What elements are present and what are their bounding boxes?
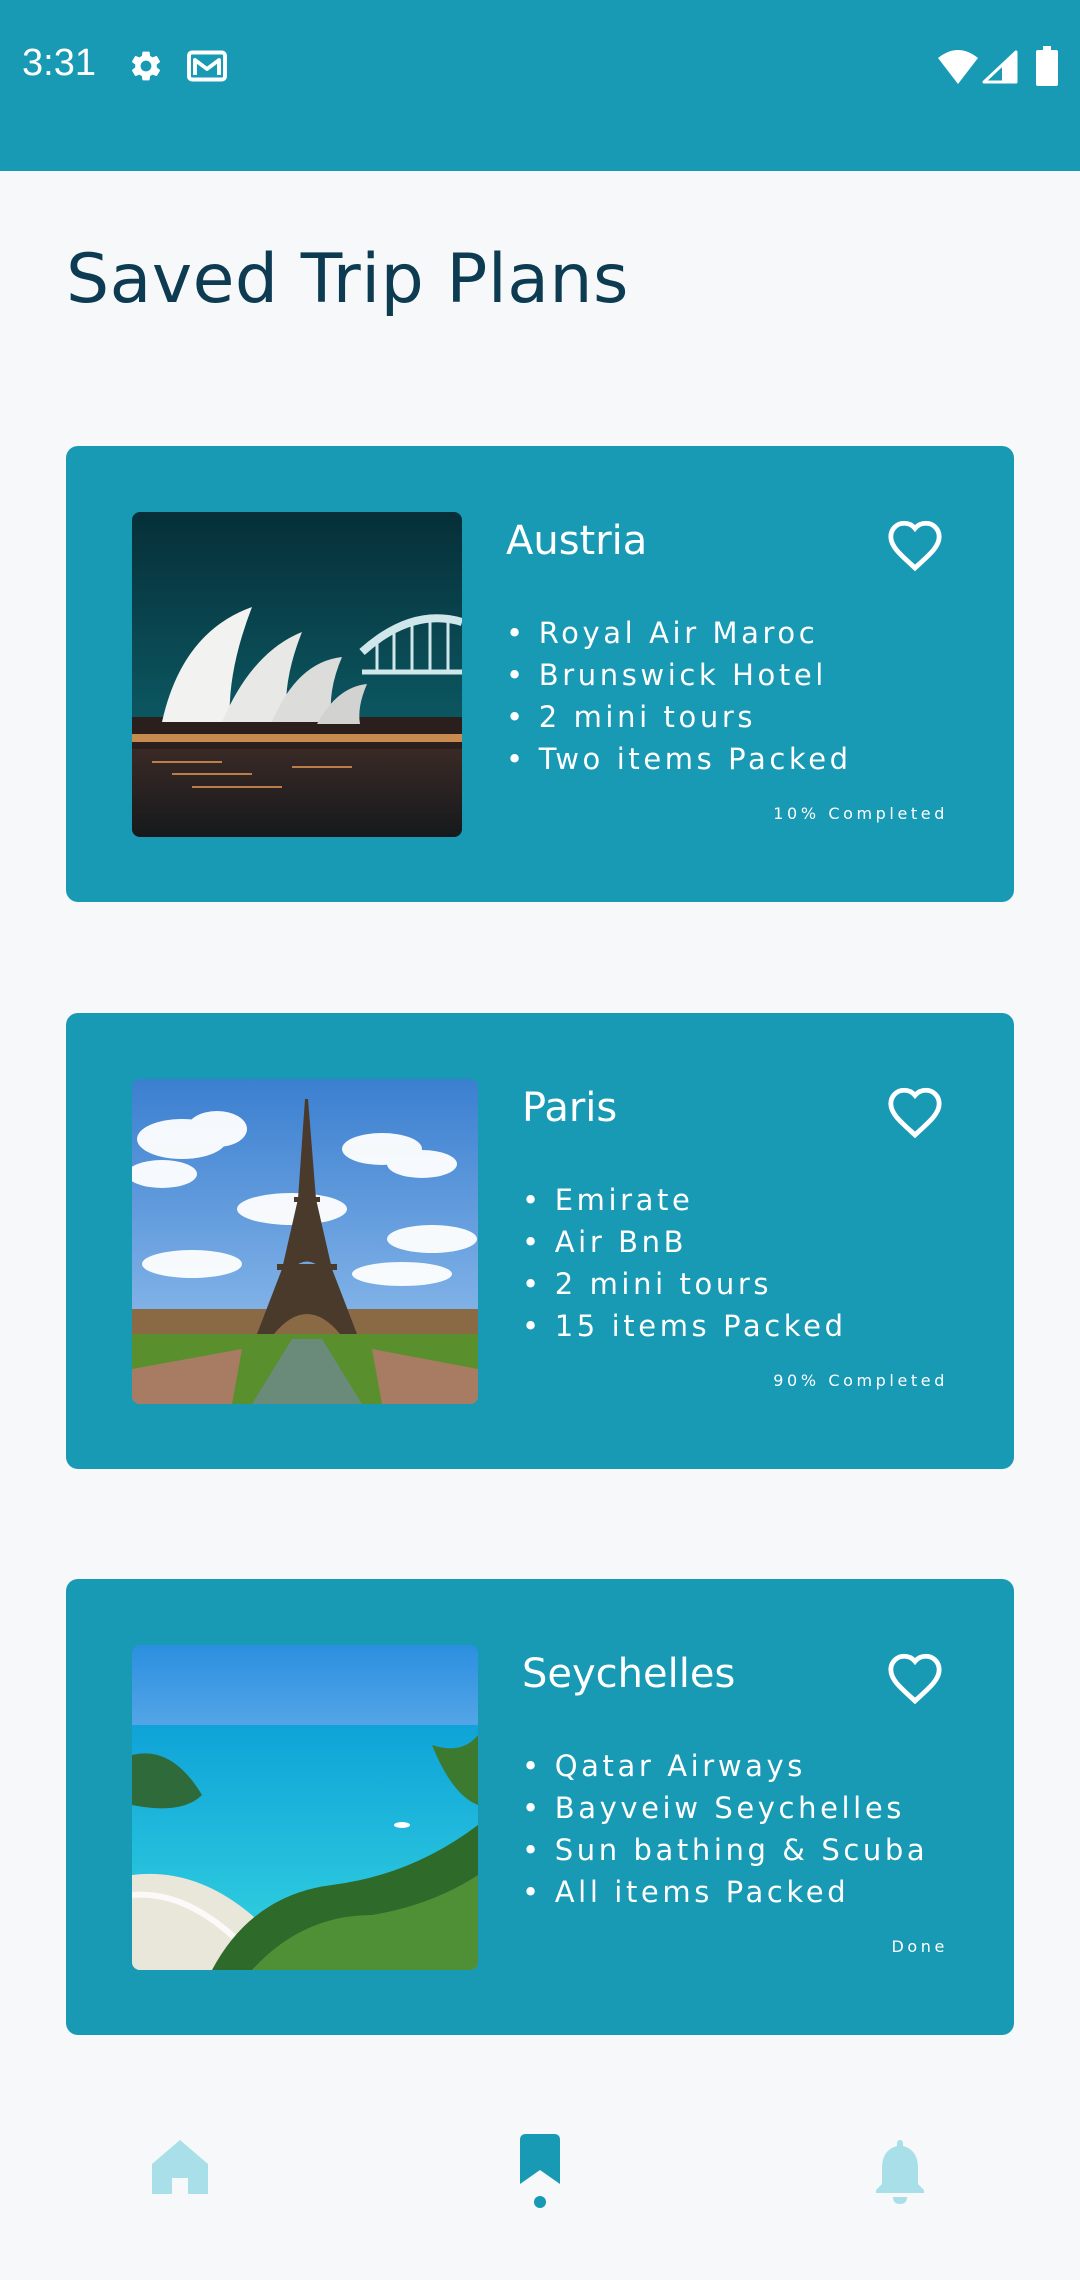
trip-card-seychelles[interactable]: Seychelles Qatar Airways Bayveiw Seychel…: [66, 1579, 1014, 2035]
bell-icon: [876, 2140, 924, 2204]
page-title: Saved Trip Plans: [66, 240, 629, 319]
list-item: Bayveiw Seychelles: [522, 1787, 928, 1829]
list-item: All items Packed: [522, 1871, 928, 1913]
mail-icon: [187, 50, 227, 82]
list-item: Air BnB: [522, 1221, 847, 1263]
trip-title: Paris: [522, 1085, 618, 1131]
trip-progress: 90% Completed: [773, 1371, 948, 1390]
list-item: Brunswick Hotel: [506, 654, 852, 696]
signal-icon: [982, 50, 1018, 84]
nav-home[interactable]: [130, 2124, 230, 2224]
status-bar: 3:31: [0, 0, 1080, 171]
nav-notifications[interactable]: [850, 2124, 950, 2224]
home-icon: [152, 2140, 208, 2194]
trip-card-austria[interactable]: Austria Royal Air Maroc Brunswick Hotel …: [66, 446, 1014, 902]
trip-progress: 10% Completed: [773, 804, 948, 823]
list-item: 2 mini tours: [506, 696, 852, 738]
trip-items-list: Qatar Airways Bayveiw Seychelles Sun bat…: [522, 1745, 928, 1913]
trip-progress: Done: [891, 1937, 948, 1956]
trip-items-list: Royal Air Maroc Brunswick Hotel 2 mini t…: [506, 612, 852, 780]
trip-card-paris[interactable]: Paris Emirate Air BnB 2 mini tours 15 it…: [66, 1013, 1014, 1469]
trip-title: Austria: [506, 518, 648, 564]
list-item: Royal Air Maroc: [506, 612, 852, 654]
list-item: 15 items Packed: [522, 1305, 847, 1347]
battery-icon: [1036, 46, 1058, 86]
trip-image-eiffel-tower: [132, 1079, 478, 1404]
list-item: Sun bathing & Scuba: [522, 1829, 928, 1871]
heart-outline-icon[interactable]: [886, 518, 944, 572]
heart-outline-icon[interactable]: [886, 1085, 944, 1139]
trip-title: Seychelles: [522, 1651, 736, 1697]
list-item: Qatar Airways: [522, 1745, 928, 1787]
status-time: 3:31: [22, 42, 96, 84]
trip-items-list: Emirate Air BnB 2 mini tours 15 items Pa…: [522, 1179, 847, 1347]
gear-icon: [131, 51, 161, 81]
list-item: Emirate: [522, 1179, 847, 1221]
nav-saved[interactable]: [490, 2120, 590, 2230]
list-item: Two items Packed: [506, 738, 852, 780]
trip-image-tropical-beach: [132, 1645, 478, 1970]
heart-outline-icon[interactable]: [886, 1651, 944, 1705]
bookmark-icon: [520, 2134, 560, 2208]
wifi-icon: [938, 50, 978, 84]
trip-image-opera-house: [132, 512, 462, 837]
list-item: 2 mini tours: [522, 1263, 847, 1305]
bottom-nav: [0, 2100, 1080, 2280]
